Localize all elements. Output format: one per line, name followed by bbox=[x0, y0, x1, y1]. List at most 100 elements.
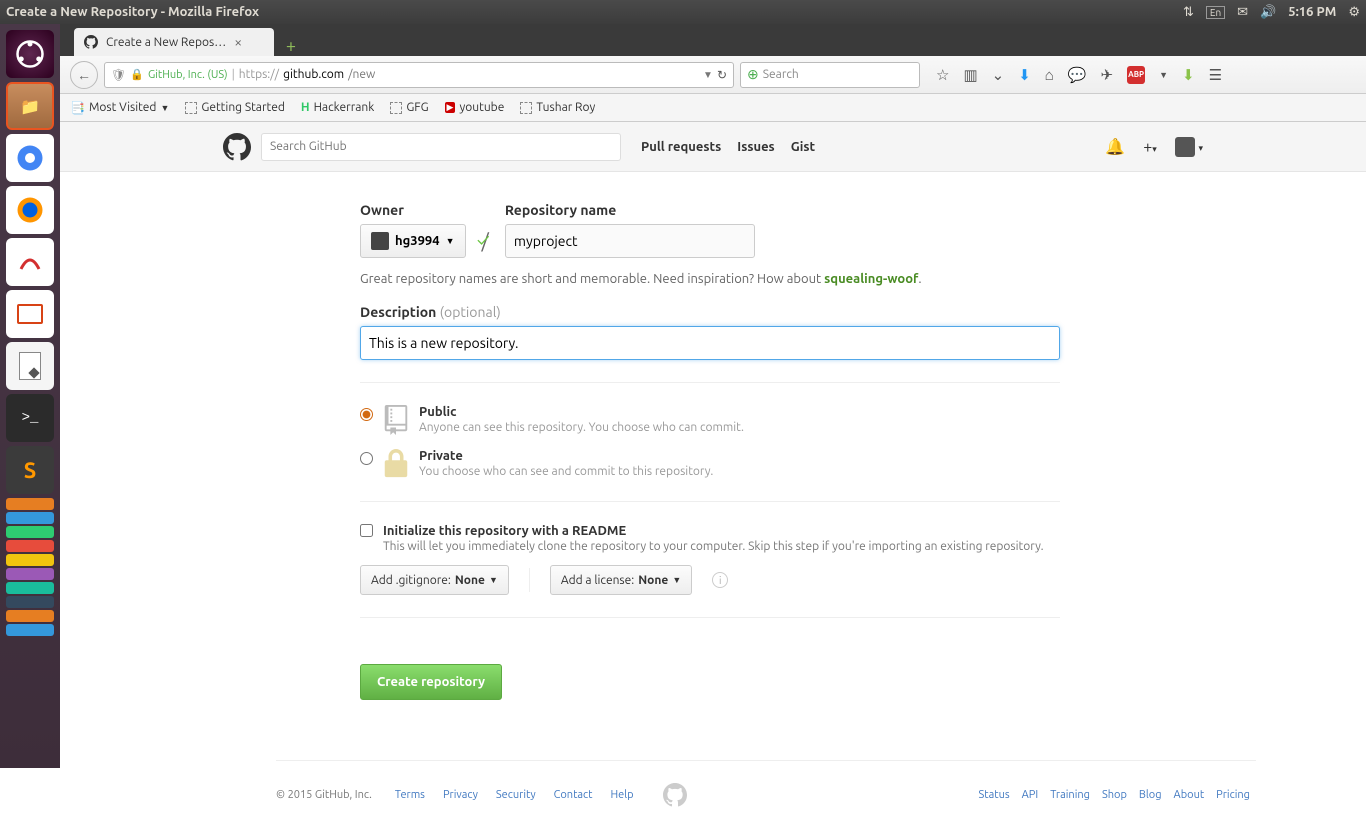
launcher-sublime[interactable]: S bbox=[6, 446, 54, 494]
github-search-input[interactable] bbox=[261, 133, 621, 161]
init-readme-checkbox[interactable] bbox=[360, 524, 373, 537]
launcher-terminal[interactable]: >_ bbox=[6, 394, 54, 442]
send-icon[interactable]: ✈ bbox=[1101, 66, 1114, 84]
unity-launcher: 📁 >_ S bbox=[0, 24, 60, 768]
volume-icon[interactable]: 🔊 bbox=[1260, 5, 1276, 20]
url-dropdown-icon[interactable]: ▼ bbox=[703, 69, 713, 81]
description-input[interactable] bbox=[360, 326, 1060, 360]
bookmark-gfg[interactable]: GFG bbox=[390, 101, 428, 114]
abp-icon[interactable]: ABP bbox=[1127, 66, 1145, 84]
footer-api[interactable]: API bbox=[1022, 789, 1039, 801]
github-mark-icon[interactable] bbox=[663, 783, 687, 807]
new-tab-button[interactable]: + bbox=[280, 36, 302, 56]
reload-icon[interactable]: ↻ bbox=[717, 68, 727, 82]
footer-shop[interactable]: Shop bbox=[1102, 789, 1127, 801]
launcher-firefox[interactable] bbox=[6, 186, 54, 234]
launcher-impress[interactable] bbox=[6, 290, 54, 338]
footer-blog[interactable]: Blog bbox=[1139, 789, 1162, 801]
launcher-chrome[interactable] bbox=[6, 134, 54, 182]
bookmark-star-icon[interactable]: ☆ bbox=[936, 66, 949, 84]
url-domain: github.com bbox=[283, 68, 344, 81]
launcher-app1[interactable] bbox=[6, 238, 54, 286]
pocket-icon[interactable]: ⌄ bbox=[992, 66, 1005, 84]
visibility-public[interactable]: Public Anyone can see this repository. Y… bbox=[360, 405, 1060, 435]
browser-tab-active[interactable]: Create a New Repos… × bbox=[74, 28, 274, 56]
gear-icon[interactable]: ⚙ bbox=[1348, 5, 1360, 20]
footer-about[interactable]: About bbox=[1174, 789, 1205, 801]
public-title: Public bbox=[419, 405, 744, 419]
private-title: Private bbox=[419, 449, 713, 463]
launcher-files[interactable]: 📁 bbox=[6, 82, 54, 130]
owner-select[interactable]: hg3994 ▼ bbox=[360, 224, 466, 258]
footer-privacy[interactable]: Privacy bbox=[443, 789, 478, 801]
github-footer: © 2015 GitHub, Inc. Terms Privacy Securi… bbox=[276, 760, 1256, 829]
create-repository-button[interactable]: Create repository bbox=[360, 664, 502, 700]
public-desc: Anyone can see this repository. You choo… bbox=[419, 421, 744, 434]
footer-help[interactable]: Help bbox=[610, 789, 633, 801]
gitignore-select[interactable]: Add .gitignore: None ▼ bbox=[360, 565, 509, 595]
url-bar[interactable]: 🛡 🔒 GitHub, Inc. (US) | https://github.c… bbox=[104, 62, 734, 88]
abp-dropdown[interactable]: ▼ bbox=[1159, 70, 1168, 80]
search-placeholder: Search bbox=[763, 68, 799, 81]
launcher-dash[interactable] bbox=[6, 30, 54, 78]
search-engine-icon: ⊕ bbox=[747, 66, 759, 83]
private-radio[interactable] bbox=[360, 452, 373, 465]
repo-name-label: Repository name bbox=[505, 202, 755, 218]
chevron-down-icon: ▼ bbox=[489, 575, 498, 585]
init-title: Initialize this repository with a README bbox=[383, 524, 1044, 538]
footer-security[interactable]: Security bbox=[496, 789, 536, 801]
mail-icon[interactable]: ✉ bbox=[1237, 5, 1248, 20]
back-button[interactable]: ← bbox=[70, 61, 98, 89]
public-radio[interactable] bbox=[360, 408, 373, 421]
nav-issues[interactable]: Issues bbox=[737, 140, 774, 154]
create-new-icon[interactable]: +▾ bbox=[1143, 138, 1157, 156]
footer-contact[interactable]: Contact bbox=[554, 789, 593, 801]
github-logo-icon[interactable] bbox=[223, 133, 251, 161]
name-suggestion[interactable]: squealing-woof bbox=[824, 272, 918, 286]
reader-icon[interactable]: ▥ bbox=[963, 66, 977, 84]
footer-terms[interactable]: Terms bbox=[395, 789, 425, 801]
hamburger-menu-icon[interactable]: ☰ bbox=[1209, 66, 1222, 84]
nav-pull-requests[interactable]: Pull requests bbox=[641, 140, 721, 154]
launcher-stack[interactable] bbox=[6, 498, 54, 636]
notifications-bell-icon[interactable]: 🔔 bbox=[1105, 137, 1125, 156]
init-readme-row[interactable]: Initialize this repository with a README… bbox=[360, 524, 1060, 553]
keyboard-lang[interactable]: En bbox=[1206, 6, 1225, 19]
ubuntu-top-panel: Create a New Repository - Mozilla Firefo… bbox=[0, 0, 1366, 24]
github-header: Pull requests Issues Gist 🔔 +▾ ▾ bbox=[60, 122, 1366, 172]
name-hint: Great repository names are short and mem… bbox=[360, 272, 1060, 286]
launcher-gedit[interactable] bbox=[6, 342, 54, 390]
chat-icon[interactable]: 💬 bbox=[1068, 66, 1087, 84]
info-icon[interactable]: i bbox=[712, 572, 728, 588]
home-icon[interactable]: ⌂ bbox=[1045, 66, 1054, 84]
bookmark-getting-started[interactable]: Getting Started bbox=[185, 101, 284, 114]
url-protocol: https:// bbox=[239, 68, 279, 81]
owner-name: hg3994 bbox=[395, 234, 440, 248]
nav-gist[interactable]: Gist bbox=[791, 140, 815, 154]
bookmark-youtube[interactable]: ▶youtube bbox=[445, 101, 505, 114]
shield-icon[interactable]: 🛡 bbox=[111, 68, 126, 82]
firefox-searchbox[interactable]: ⊕ Search bbox=[740, 62, 920, 88]
tab-close-icon[interactable]: × bbox=[234, 34, 242, 50]
repo-icon bbox=[383, 405, 409, 435]
download-arrow-icon[interactable]: ⬇ bbox=[1018, 66, 1031, 84]
private-desc: You choose who can see and commit to thi… bbox=[419, 465, 713, 478]
chevron-down-icon: ▼ bbox=[672, 575, 681, 585]
bookmark-hackerrank[interactable]: HHackerrank bbox=[301, 101, 374, 114]
visibility-private[interactable]: Private You choose who can see and commi… bbox=[360, 449, 1060, 479]
footer-training[interactable]: Training bbox=[1050, 789, 1090, 801]
user-menu[interactable]: ▾ bbox=[1175, 137, 1203, 157]
copyright: © 2015 GitHub, Inc. bbox=[276, 789, 372, 801]
download-icon[interactable]: ⬇ bbox=[1182, 66, 1195, 84]
owner-avatar bbox=[371, 232, 389, 250]
footer-pricing[interactable]: Pricing bbox=[1216, 789, 1250, 801]
check-icon: ✓ bbox=[477, 230, 747, 250]
clock[interactable]: 5:16 PM bbox=[1288, 5, 1336, 19]
bookmark-tushar-roy[interactable]: Tushar Roy bbox=[520, 101, 595, 114]
license-select[interactable]: Add a license: None ▼ bbox=[550, 565, 692, 595]
avatar bbox=[1175, 137, 1195, 157]
bookmarks-toolbar: 📑 Most Visited ▼ Getting Started HHacker… bbox=[60, 94, 1366, 122]
bookmark-most-visited[interactable]: 📑 Most Visited ▼ bbox=[70, 101, 169, 115]
network-icon[interactable]: ⇅ bbox=[1183, 5, 1194, 20]
footer-status[interactable]: Status bbox=[979, 789, 1010, 801]
